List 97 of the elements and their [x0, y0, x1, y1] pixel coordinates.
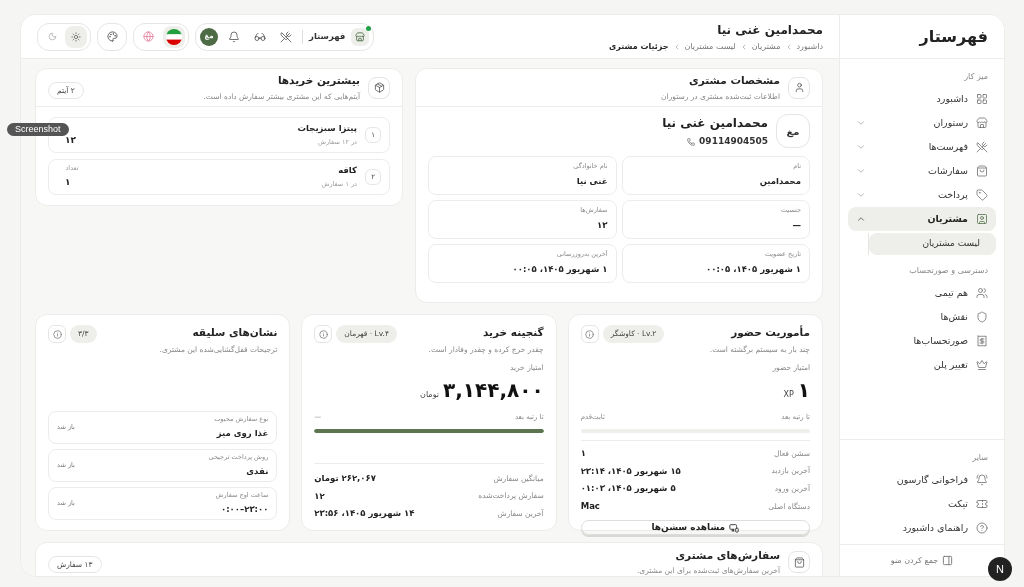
- quantity-value: ۱۲: [65, 133, 77, 147]
- stat-value: ۱۴ شهریور ۱۴۰۵، ۲۳:۵۶: [314, 507, 415, 520]
- score-value: ۳,۱۴۴,۸۰۰: [443, 377, 544, 405]
- shield-icon: [976, 311, 988, 323]
- stat-value: ۱۲: [314, 489, 325, 503]
- section-title: دسترسی و صورتحساب: [908, 265, 989, 277]
- field-value: ۱ شهریور ۱۴۰۵، ۰۰:۰۵: [511, 263, 608, 276]
- customer-name: محمدامین غنی نیا: [662, 115, 768, 132]
- store-name: فهرستار: [309, 30, 346, 43]
- utensils-icon[interactable]: [280, 30, 292, 43]
- field-value: ۱۳: [596, 219, 608, 232]
- breadcrumb-item: جزئیات مشتری: [609, 40, 669, 53]
- sidebar-item[interactable]: تغییر پلن: [848, 353, 996, 377]
- stat-value: ۵ شهریور ۱۴۰۵، ۰۱:۰۳: [580, 482, 676, 495]
- section-title: میز کار: [963, 71, 989, 83]
- bell-icon[interactable]: [228, 30, 240, 43]
- info-button[interactable]: [580, 325, 599, 343]
- tag-icon: [976, 189, 988, 201]
- stat-value: ۱: [580, 446, 586, 460]
- quantity-value: ۱: [65, 176, 72, 190]
- user-icon: [793, 82, 805, 93]
- help-icon: [976, 522, 988, 534]
- sidebar-item[interactable]: فراخوانی گارسون: [848, 468, 996, 492]
- panel-icon: [942, 555, 954, 566]
- sun-icon: [71, 31, 81, 42]
- badge-value: غذا روی میز: [215, 427, 269, 440]
- stat-value: Mac: [580, 500, 600, 513]
- users-icon: [976, 287, 988, 299]
- card-title: سفارش‌های مشتری: [674, 547, 780, 564]
- field-value: ۱ شهریور ۱۴۰۵، ۰۰:۰۵: [705, 263, 801, 276]
- language-button[interactable]: [163, 25, 185, 48]
- score-value: ۱: [797, 377, 810, 405]
- card-title: مشخصات مشتری: [688, 73, 780, 88]
- phone-number: 09114904505: [699, 135, 768, 148]
- info-button[interactable]: [314, 325, 333, 343]
- store-icon: [976, 117, 988, 129]
- tooltip: Screenshot: [7, 123, 69, 136]
- breadcrumb-item[interactable]: لیست مشتریان: [684, 40, 736, 53]
- badge-value: ۲۳:۰۰–۰:۰۰: [219, 503, 269, 516]
- store-icon: [355, 31, 366, 42]
- theme-button[interactable]: [65, 25, 87, 48]
- bell-icon: [976, 474, 988, 486]
- ticket-icon: [976, 498, 988, 510]
- card-title: نشان‌های سلیقه: [191, 325, 278, 340]
- score-unit: تومان: [420, 389, 439, 402]
- score-unit: XP: [783, 389, 794, 402]
- sidebar-item[interactable]: تیکت: [848, 492, 996, 516]
- sidebar-item[interactable]: نقش‌ها: [848, 305, 996, 329]
- sidebar-item[interactable]: راهنمای داشبورد: [848, 516, 996, 540]
- breadcrumb-item[interactable]: داشبورد: [796, 40, 823, 53]
- sidebar-item[interactable]: فهرست‌ها: [848, 135, 996, 159]
- info-icon: [585, 329, 595, 339]
- card-title: بیشترین خریدها: [276, 73, 360, 89]
- receipt-icon: [976, 335, 988, 347]
- sidebar-item[interactable]: رستوران: [848, 111, 996, 135]
- logo[interactable]: فهرستار: [919, 24, 988, 49]
- item-name: پیتزا سبزیجات: [297, 122, 357, 135]
- info-icon: [318, 329, 328, 339]
- flag-icon: [166, 28, 182, 45]
- palette-icon: [106, 31, 118, 42]
- dev-badge[interactable]: N: [988, 557, 1012, 581]
- phone-icon: [687, 137, 696, 146]
- bag-icon: [793, 556, 805, 568]
- field-value: غنی نیا: [575, 175, 608, 188]
- card-title: گنجینه خرید: [482, 325, 544, 340]
- sidebar-item[interactable]: هم تیمی: [848, 281, 996, 305]
- moon-icon: [47, 32, 57, 41]
- glasses-icon[interactable]: [254, 30, 266, 43]
- field-value: محمدامین: [758, 175, 801, 188]
- breadcrumb-item[interactable]: مشتریان: [751, 40, 781, 53]
- sidebar-subitem[interactable]: لیست مشتریان: [869, 233, 996, 255]
- field-value: —: [791, 219, 801, 232]
- page-title: محمدامین غنی نیا: [716, 21, 823, 39]
- globe-icon: [142, 31, 154, 42]
- utensils-icon: [976, 141, 988, 153]
- section-title: سایر: [971, 452, 989, 464]
- stat-value: ۱۵ شهریور ۱۴۰۵، ۲۳:۱۴: [580, 464, 681, 478]
- info-icon: [52, 329, 62, 339]
- grid-icon: [976, 93, 988, 105]
- sidebar-item[interactable]: پرداخت: [848, 183, 996, 207]
- badge-value: نقدی: [245, 465, 269, 478]
- box-icon: [373, 82, 385, 93]
- sidebar-item[interactable]: سفارشات: [848, 159, 996, 183]
- item-name: کافه: [337, 164, 357, 177]
- crown-icon: [976, 359, 988, 371]
- sidebar-item[interactable]: صورتحساب‌ها: [848, 329, 996, 353]
- bag-icon: [976, 165, 988, 177]
- customer-avatar: مغ: [776, 114, 810, 149]
- card-title: مأموریت حضور: [729, 325, 810, 341]
- devices-icon: [729, 522, 740, 533]
- stat-value: ۲۶۲,۰۶۷ تومان: [314, 471, 376, 485]
- info-button[interactable]: [48, 325, 66, 343]
- sidebar-item[interactable]: داشبورد: [848, 87, 996, 111]
- collapse-menu-button[interactable]: جمع کردن منو: [890, 554, 954, 567]
- store-button[interactable]: [351, 27, 370, 46]
- sidebar-item[interactable]: مشتریان: [848, 207, 996, 231]
- contact-icon: [976, 213, 988, 225]
